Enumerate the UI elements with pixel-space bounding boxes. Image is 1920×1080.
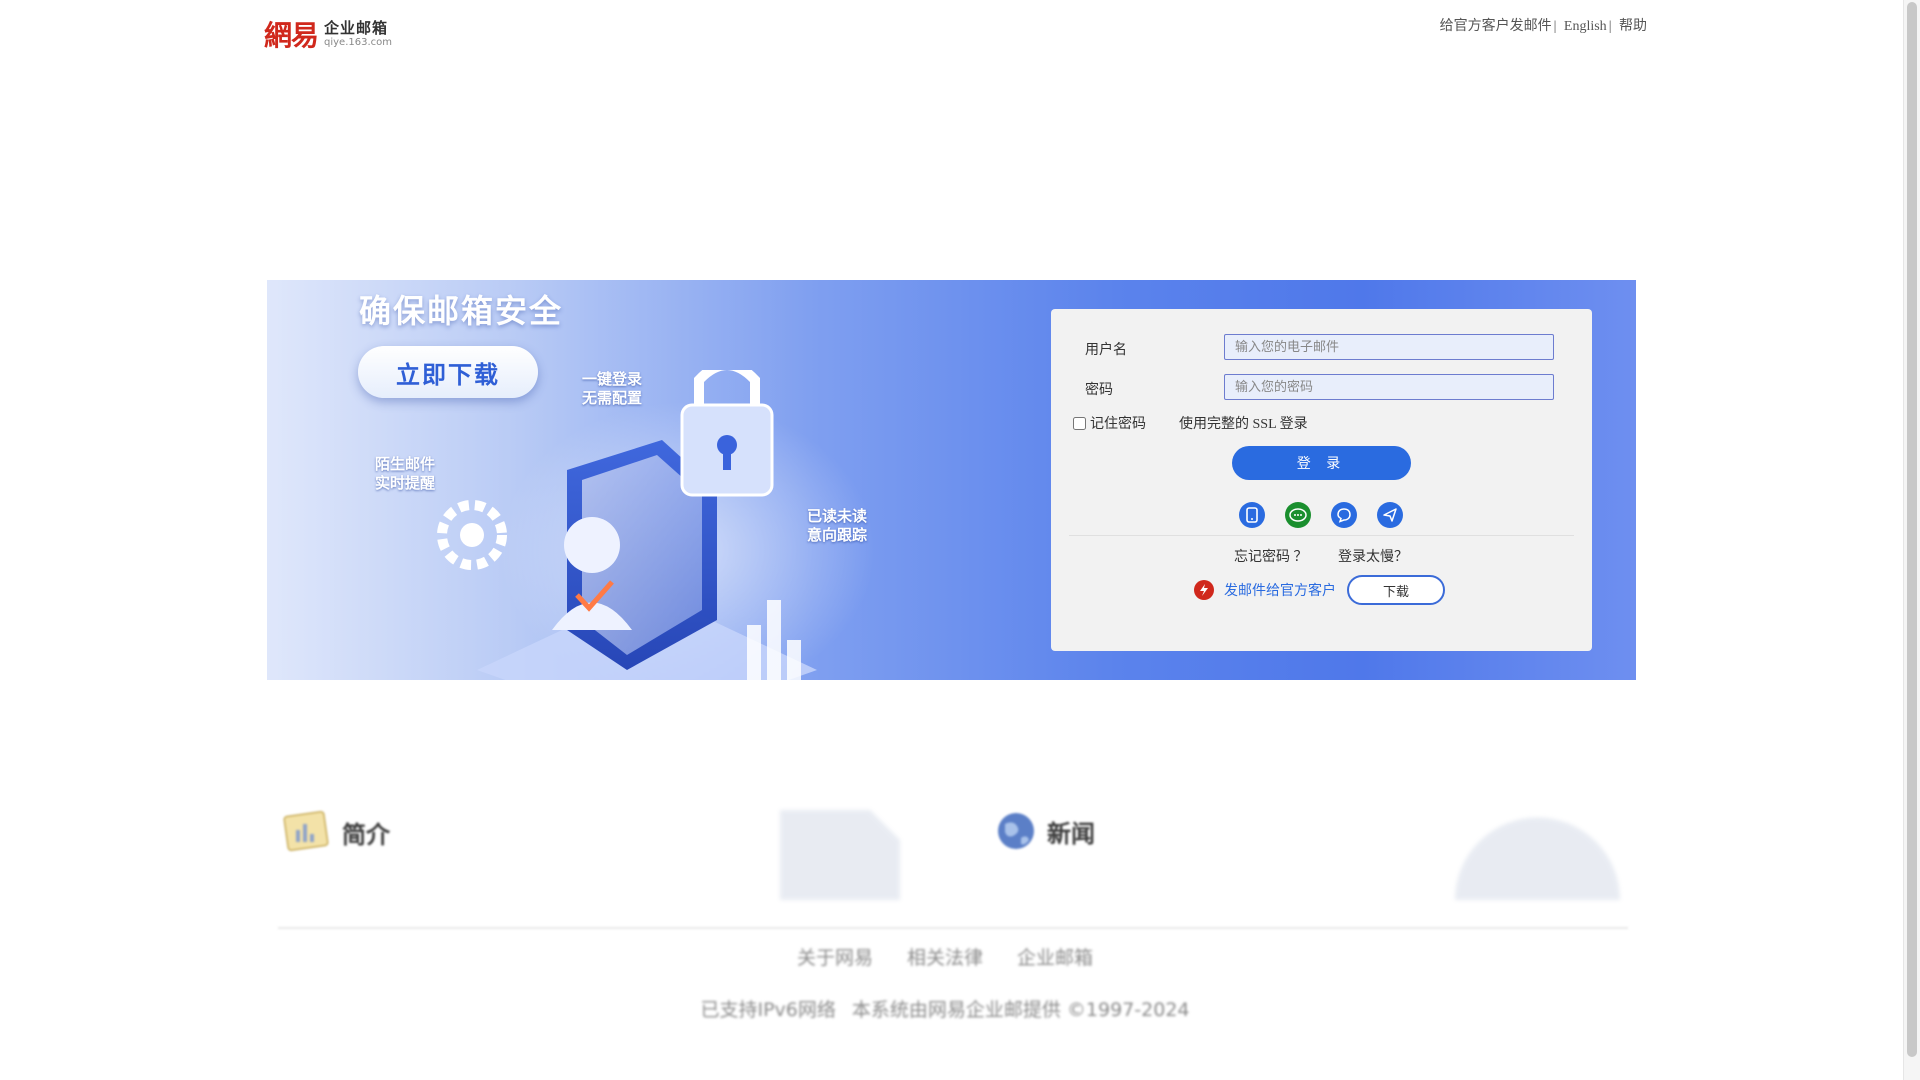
help-link[interactable]: 帮助 [1619,19,1647,34]
ipv6-notice: 已支持IPv6网络 [700,999,836,1021]
intro-section-header[interactable]: 简介 [282,810,390,854]
login-button[interactable]: 登 录 [1232,446,1411,480]
note-line: 陌生邮件 [375,455,436,473]
note-line: 实时提醒 [375,474,436,492]
security-illustration-icon [437,370,817,680]
footer-links: 关于网易 相关法律 企业邮箱 [0,943,1920,970]
vertical-scrollbar[interactable] [1903,0,1920,1080]
remember-label: 记住密码 [1090,417,1146,432]
send-login-icon[interactable] [1377,502,1403,528]
ssl-login-option[interactable]: 使用完整的 SSL 登录 [1179,413,1308,433]
note-line: 一键登录 [582,370,643,388]
remember-checkbox-box[interactable] [1073,416,1086,430]
mail-official-link[interactable]: 给官方客户发邮件 [1440,19,1552,34]
footer-link-about[interactable]: 关于网易 [797,943,873,970]
login-slow-link[interactable]: 登录太慢？ [1338,546,1408,566]
chat-login-icon[interactable] [1331,502,1357,528]
remember-password-checkbox[interactable]: 记住密码 [1073,413,1146,433]
globe-icon [998,813,1034,849]
english-link[interactable]: English [1564,19,1607,34]
logo-product-name: 企业邮箱 [324,18,389,37]
banner-note-read-tracking: 已读未读 意向跟踪 [807,507,867,545]
logo-domain: qiye.163.com [324,36,393,48]
wechat-login-icon[interactable] [1285,502,1311,528]
mobile-login-icon[interactable] [1239,502,1265,528]
top-links: 给官方客户发邮件 | English | 帮助 [1440,15,1647,35]
banner-note-stranger-mail: 陌生邮件 实时提醒 [375,455,435,493]
password-label: 密码 [1085,383,1113,398]
password-input[interactable] [1224,374,1554,400]
netease-red-badge-icon [1194,580,1214,600]
note-line: 无需配置 [582,389,643,407]
copyright-text: 本系统由网易企业邮提供 ©1997-2024 [851,999,1190,1021]
download-button[interactable]: 下载 [1347,575,1445,605]
globe-watermark-icon [1455,817,1620,900]
banner-note-one-click: 一键登录 无需配置 [582,370,642,408]
official-mail-link[interactable]: 发邮件给官方客户 [1224,580,1336,600]
netease-logo[interactable]: 網易 企业邮箱 qiye.163.com [264,14,392,54]
footer-link-legal[interactable]: 相关法律 [907,943,983,970]
forgot-password-link[interactable]: 忘记密码 ？ [1234,546,1308,566]
separator: | [1608,19,1612,34]
divider [1069,535,1574,536]
intro-title: 简介 [342,820,390,849]
login-panel: 用户名 密码 记住密码 使用完整的 SSL 登录 登 录 忘记密码 ？ 登录太慢… [1051,309,1592,651]
footer-link-enterprise-mail[interactable]: 企业邮箱 [1017,943,1093,970]
logo-mark: 網易 [264,19,319,52]
username-label: 用户名 [1085,343,1127,358]
document-watermark-icon [780,810,900,900]
note-line: 已读未读 [807,507,868,525]
username-input[interactable] [1224,334,1554,360]
note-line: 意向跟踪 [807,526,868,544]
official-mail-row[interactable]: 发邮件给官方客户 [1194,580,1336,600]
banner-title: 确保邮箱安全 [359,292,564,330]
footer-divider [278,927,1628,929]
news-section-header[interactable]: 新闻 [995,810,1095,852]
separator: | [1553,19,1557,34]
footer-copyright: 已支持IPv6网络 本系统由网易企业邮提供 ©1997-2024 [0,995,1920,1022]
news-title: 新闻 [1047,819,1095,848]
scrollbar-thumb[interactable] [1907,2,1917,1057]
intro-document-icon [283,811,329,851]
ssl-label: 使用完整的 SSL 登录 [1179,417,1308,432]
